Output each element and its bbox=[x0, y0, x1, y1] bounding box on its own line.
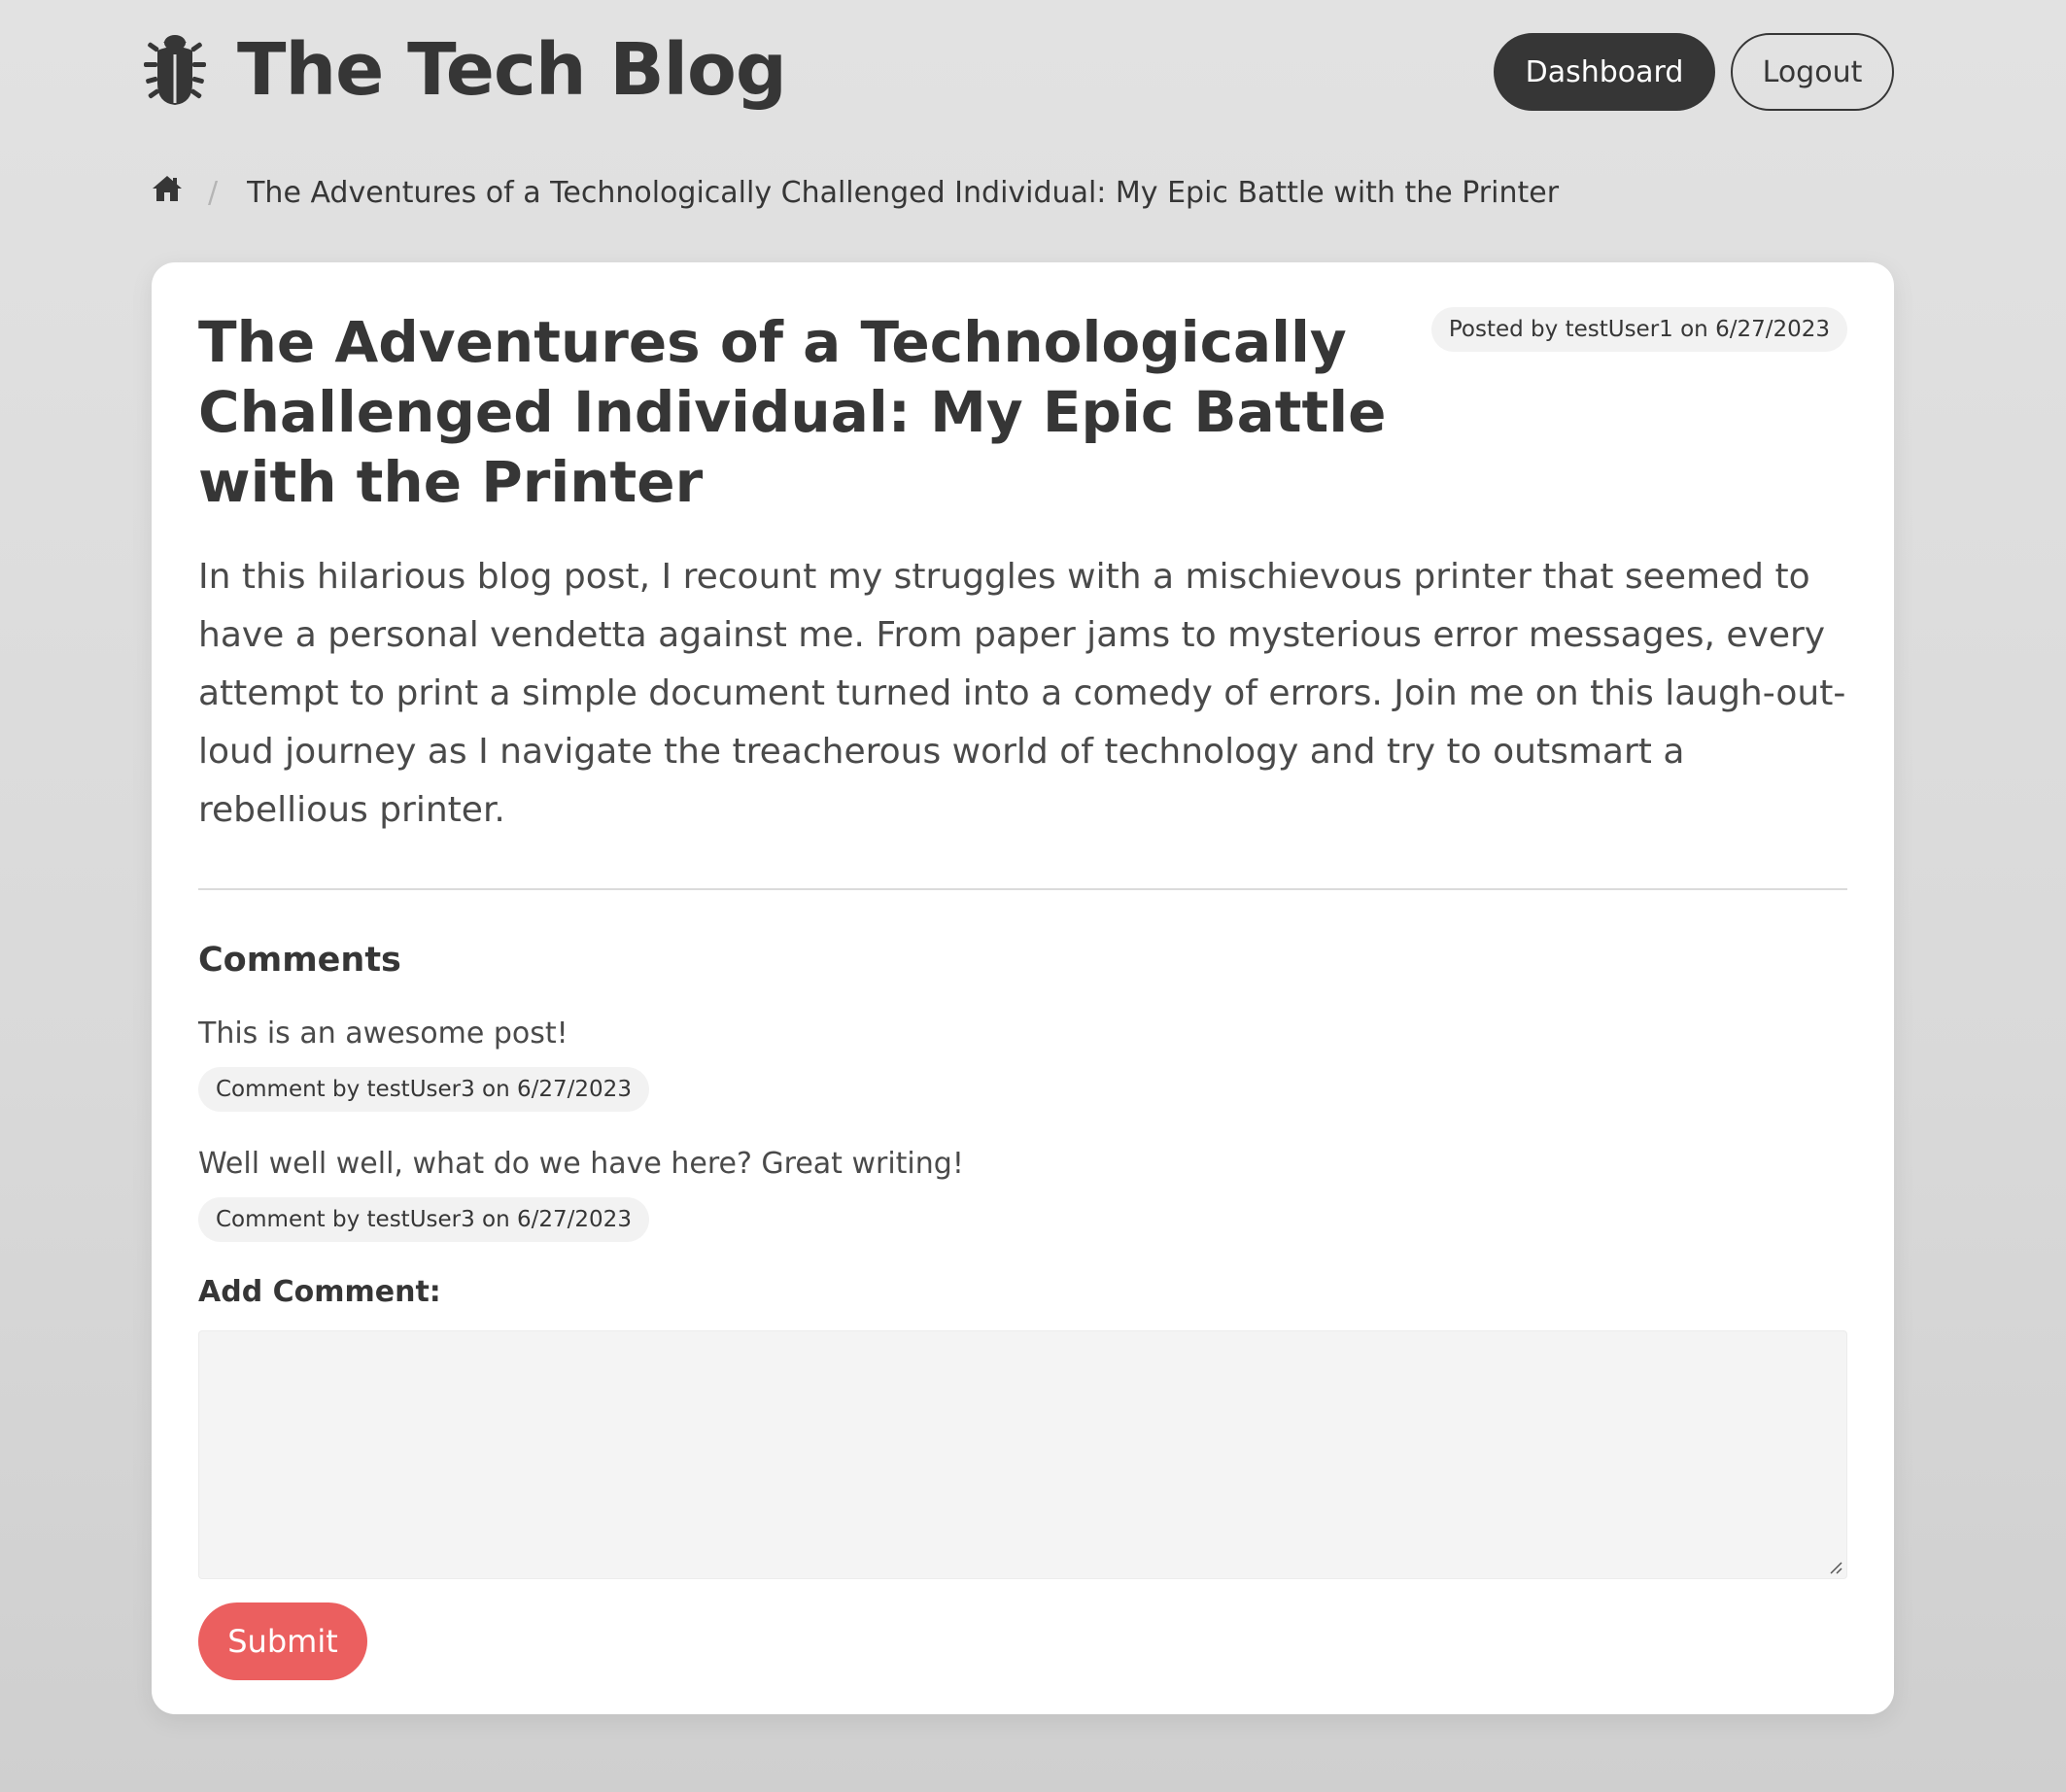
submit-button[interactable]: Submit bbox=[198, 1602, 367, 1680]
logout-button[interactable]: Logout bbox=[1731, 33, 1894, 111]
resize-handle-icon[interactable] bbox=[1827, 1559, 1842, 1574]
bug-icon bbox=[140, 29, 237, 111]
page: The Tech Blog Dashboard Logout / The Adv… bbox=[144, 0, 1894, 1714]
breadcrumb: / The Adventures of a Technologically Ch… bbox=[152, 173, 1559, 212]
add-comment-label: Add Comment: bbox=[198, 1275, 441, 1309]
post-header: The Adventures of a Technologically Chal… bbox=[198, 307, 1847, 517]
comment-meta-tag: Comment by testUser3 on 6/27/2023 bbox=[198, 1197, 649, 1242]
site-header: The Tech Blog Dashboard Logout bbox=[144, 0, 1894, 146]
breadcrumb-separator: / bbox=[208, 175, 219, 210]
home-icon[interactable] bbox=[152, 173, 208, 212]
post-card: The Adventures of a Technologically Chal… bbox=[152, 262, 1894, 1714]
comment-meta-tag: Comment by testUser3 on 6/27/2023 bbox=[198, 1067, 649, 1112]
post-meta-tag: Posted by testUser1 on 6/27/2023 bbox=[1430, 307, 1847, 352]
dashboard-button[interactable]: Dashboard bbox=[1494, 33, 1715, 111]
brand-link[interactable]: The Tech Blog bbox=[140, 28, 787, 112]
comment-textarea[interactable] bbox=[198, 1330, 1847, 1579]
divider bbox=[198, 888, 1847, 890]
post-title: The Adventures of a Technologically Chal… bbox=[198, 309, 1387, 515]
comments-heading: Comments bbox=[198, 941, 401, 980]
post-body: In this hilarious blog post, I recount m… bbox=[198, 557, 1846, 830]
breadcrumb-current: The Adventures of a Technologically Chal… bbox=[247, 175, 1560, 210]
brand-title: The Tech Blog bbox=[237, 28, 787, 112]
comment-item: Well well well, what do we have here? Gr… bbox=[198, 1145, 1847, 1242]
header-nav: Dashboard Logout bbox=[1494, 33, 1894, 111]
comment-text: This is an awesome post! bbox=[198, 1017, 568, 1051]
comment-item: This is an awesome post! Comment by test… bbox=[198, 1015, 1847, 1112]
comment-text: Well well well, what do we have here? Gr… bbox=[198, 1147, 964, 1181]
